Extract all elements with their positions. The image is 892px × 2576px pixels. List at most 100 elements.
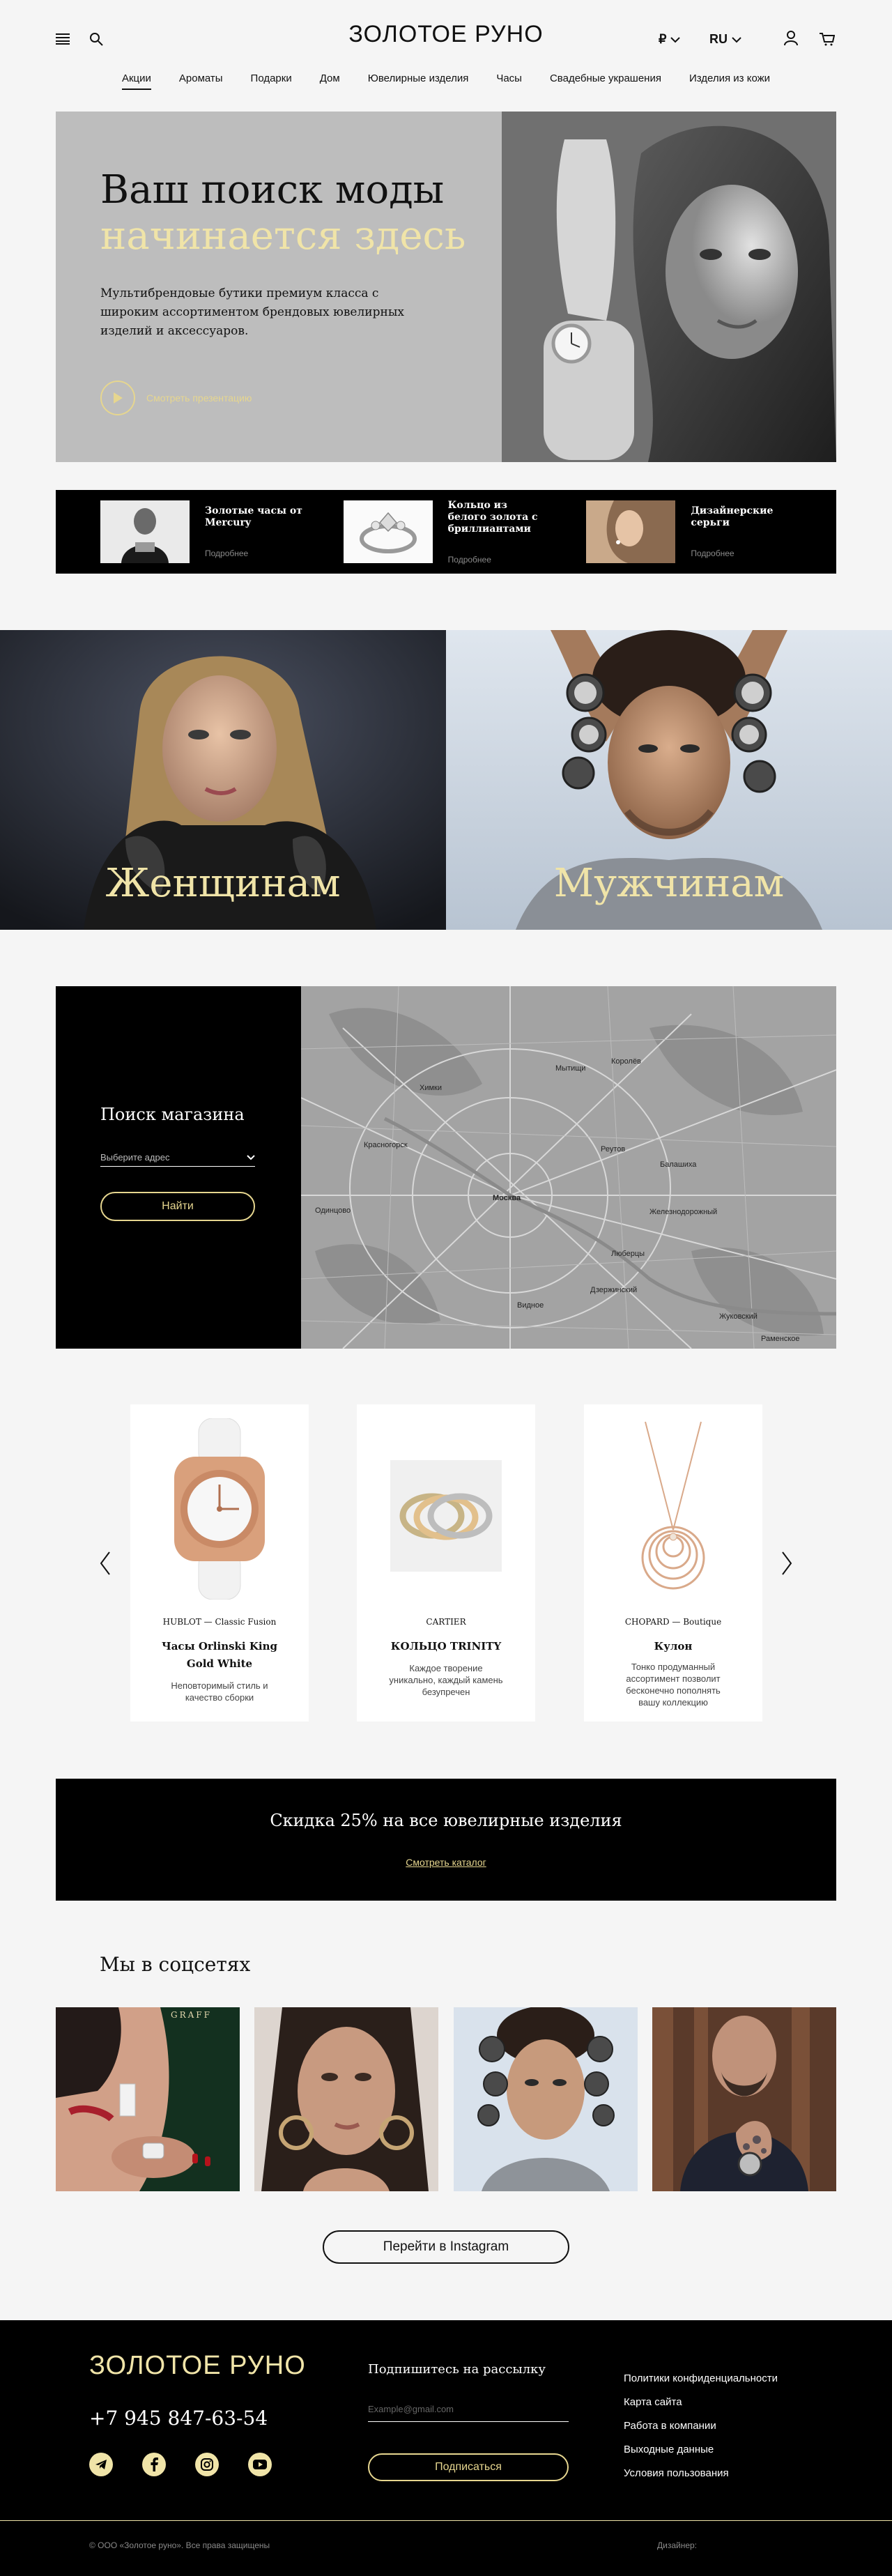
find-store-button[interactable]: Найти: [100, 1192, 255, 1221]
map-label: Железнодорожный: [649, 1208, 718, 1216]
promo-title: Дизайнерские серьги: [691, 505, 774, 528]
sale-title: Скидка 25% на все ювелирные изделия: [270, 1811, 622, 1830]
nav-item-jewelry[interactable]: Ювелирные изделия: [368, 72, 469, 90]
promo-more-link[interactable]: Подробнее: [691, 549, 792, 558]
promo-item[interactable]: Дизайнерские серьги Подробнее: [586, 500, 792, 563]
carousel-prev-button[interactable]: [100, 1551, 111, 1576]
map-label: Красногорск: [364, 1141, 408, 1149]
product-image-pendant: [641, 1421, 705, 1590]
promo-more-link[interactable]: Подробнее: [448, 555, 549, 565]
nav-item-wedding[interactable]: Свадебные украшения: [550, 72, 661, 90]
map-roads: [301, 986, 836, 1349]
map-label: Мытищи: [555, 1064, 586, 1073]
currency-label: ₽: [659, 32, 667, 46]
language-selector[interactable]: RU: [709, 32, 741, 47]
hero-banner: Ваш поиск моды начинается здесь Мультибр…: [56, 112, 836, 462]
footer-link-sitemap[interactable]: Карта сайта: [624, 2391, 778, 2414]
map-label: Люберцы: [611, 1250, 645, 1258]
chevron-down-icon: [732, 36, 741, 43]
product-description: Неповторимый стиль и качество сборки: [171, 1680, 268, 1703]
subscribe-button[interactable]: Подписаться: [368, 2453, 569, 2481]
map-label: Балашиха: [660, 1160, 697, 1169]
product-brand: HUBLOT — Classic Fusion: [162, 1617, 277, 1627]
footer-link-terms[interactable]: Условия пользования: [624, 2462, 778, 2485]
footer-logo[interactable]: ЗОЛОТОЕ РУНО: [89, 2351, 306, 2381]
footer-link-careers[interactable]: Работа в компании: [624, 2414, 778, 2438]
category-men[interactable]: Мужчинам: [446, 630, 892, 930]
designer-credit[interactable]: Дизайнер:: [657, 2540, 697, 2550]
product-image-watch: [174, 1418, 265, 1600]
facebook-icon[interactable]: [142, 2453, 166, 2476]
youtube-icon[interactable]: [248, 2453, 272, 2476]
view-catalog-link[interactable]: Смотреть каталог: [56, 1857, 836, 1868]
footer-link-privacy[interactable]: Политики конфиденциальности: [624, 2367, 778, 2391]
email-placeholder: Example@gmail.com: [368, 2404, 454, 2414]
category-women[interactable]: Женщинам: [0, 630, 446, 930]
telegram-icon[interactable]: [89, 2453, 113, 2476]
social-photo[interactable]: GRAFF: [56, 2007, 240, 2191]
promo-thumb-watch: [100, 500, 190, 563]
main-nav: Акции Ароматы Подарки Дом Ювелирные изде…: [0, 72, 892, 90]
map-label: Одинцово: [315, 1206, 351, 1215]
map-label: Раменское: [761, 1335, 800, 1343]
site-footer: ЗОЛОТОЕ РУНО +7 945 847-63-54 Подпишитес…: [0, 2320, 892, 2576]
chevron-down-icon: [247, 1154, 255, 1160]
nav-item-home[interactable]: Дом: [320, 72, 340, 90]
instagram-icon[interactable]: [195, 2453, 219, 2476]
nav-item-leather[interactable]: Изделия из кожи: [689, 72, 770, 90]
product-card[interactable]: CHOPARD — Boutique Кулон Тонко продуманн…: [584, 1404, 762, 1722]
footer-link-imprint[interactable]: Выходные данные: [624, 2438, 778, 2462]
footer-phone[interactable]: +7 945 847-63-54: [89, 2407, 268, 2430]
map-label: Химки: [420, 1084, 443, 1092]
hero-title-line1: Ваш поиск моды: [100, 167, 445, 213]
social-photo-jewelry: [56, 2007, 240, 2191]
nav-item-promotions[interactable]: Акции: [121, 72, 151, 90]
instagram-button[interactable]: Перейти в Instagram: [323, 2230, 569, 2264]
currency-selector[interactable]: ₽: [659, 32, 681, 47]
nav-item-watches[interactable]: Часы: [496, 72, 522, 90]
social-section-title: Мы в соцсетях: [100, 1953, 251, 1976]
nav-item-gifts[interactable]: Подарки: [251, 72, 292, 90]
map-label: Реутов: [601, 1145, 626, 1153]
store-map[interactable]: Москва Химки Мытищи Королёв Балашиха Жел…: [301, 986, 836, 1349]
play-icon: [100, 381, 135, 415]
hero-description: Мультибрендовые бутики премиум класса с …: [100, 286, 404, 338]
map-label: Видное: [517, 1301, 544, 1310]
play-presentation-button[interactable]: Смотреть презентацию: [100, 381, 252, 415]
promo-more-link[interactable]: Подробнее: [205, 549, 306, 558]
promo-title: Кольцо из белого золота с бриллиантами: [447, 499, 538, 535]
promo-item[interactable]: Кольцо из белого золота с бриллиантами П…: [343, 499, 549, 565]
address-select[interactable]: Выберите адрес: [100, 1149, 255, 1167]
store-finder: Поиск магазина Выберите адрес Найти Моск…: [56, 986, 836, 1349]
chevron-left-icon: [100, 1551, 110, 1575]
promo-item[interactable]: Золотые часы от Mercury Подробнее: [100, 500, 306, 563]
product-brand: CARTIER: [426, 1617, 466, 1627]
product-name: Кулон: [654, 1640, 693, 1653]
nav-item-fragrances[interactable]: Ароматы: [179, 72, 223, 90]
social-icons: [89, 2453, 272, 2476]
footer-divider: [0, 2520, 892, 2521]
site-header: ЗОЛОТОЕ РУНО ₽ RU Акции Ароматы Подарки …: [0, 0, 892, 98]
user-icon[interactable]: [784, 31, 798, 46]
product-card[interactable]: HUBLOT — Classic Fusion Часы Orlinski Ki…: [130, 1404, 309, 1722]
play-presentation-label: Смотреть презентацию: [146, 392, 252, 404]
site-logo[interactable]: ЗОЛОТОЕ РУНО: [0, 21, 892, 48]
map-label: Королёв: [611, 1057, 641, 1066]
promo-thumb-ring: [343, 500, 433, 563]
social-photo[interactable]: [652, 2007, 836, 2191]
social-photo-watches-man: [454, 2007, 638, 2191]
cart-icon[interactable]: [820, 32, 835, 46]
product-description: Каждое творение уникально, каждый камень…: [389, 1663, 503, 1697]
product-image-ring: [390, 1460, 502, 1572]
hero-title: Ваш поиск моды начинается здесь: [100, 167, 466, 259]
social-photo[interactable]: [254, 2007, 438, 2191]
map-label: Москва: [493, 1194, 521, 1202]
category-label-women: Женщинам: [105, 861, 341, 906]
carousel-next-button[interactable]: [781, 1551, 792, 1576]
hero-title-line2: начинается здесь: [100, 213, 466, 259]
social-photo[interactable]: [454, 2007, 638, 2191]
copyright-text: © ООО «Золотое руно». Все права защищены: [89, 2540, 270, 2550]
product-card[interactable]: CARTIER КОЛЬЦО TRINITY Каждое творение у…: [357, 1404, 535, 1722]
newsletter-email-field[interactable]: Example@gmail.com: [368, 2404, 569, 2422]
map-label: Дзержинский: [590, 1286, 638, 1294]
